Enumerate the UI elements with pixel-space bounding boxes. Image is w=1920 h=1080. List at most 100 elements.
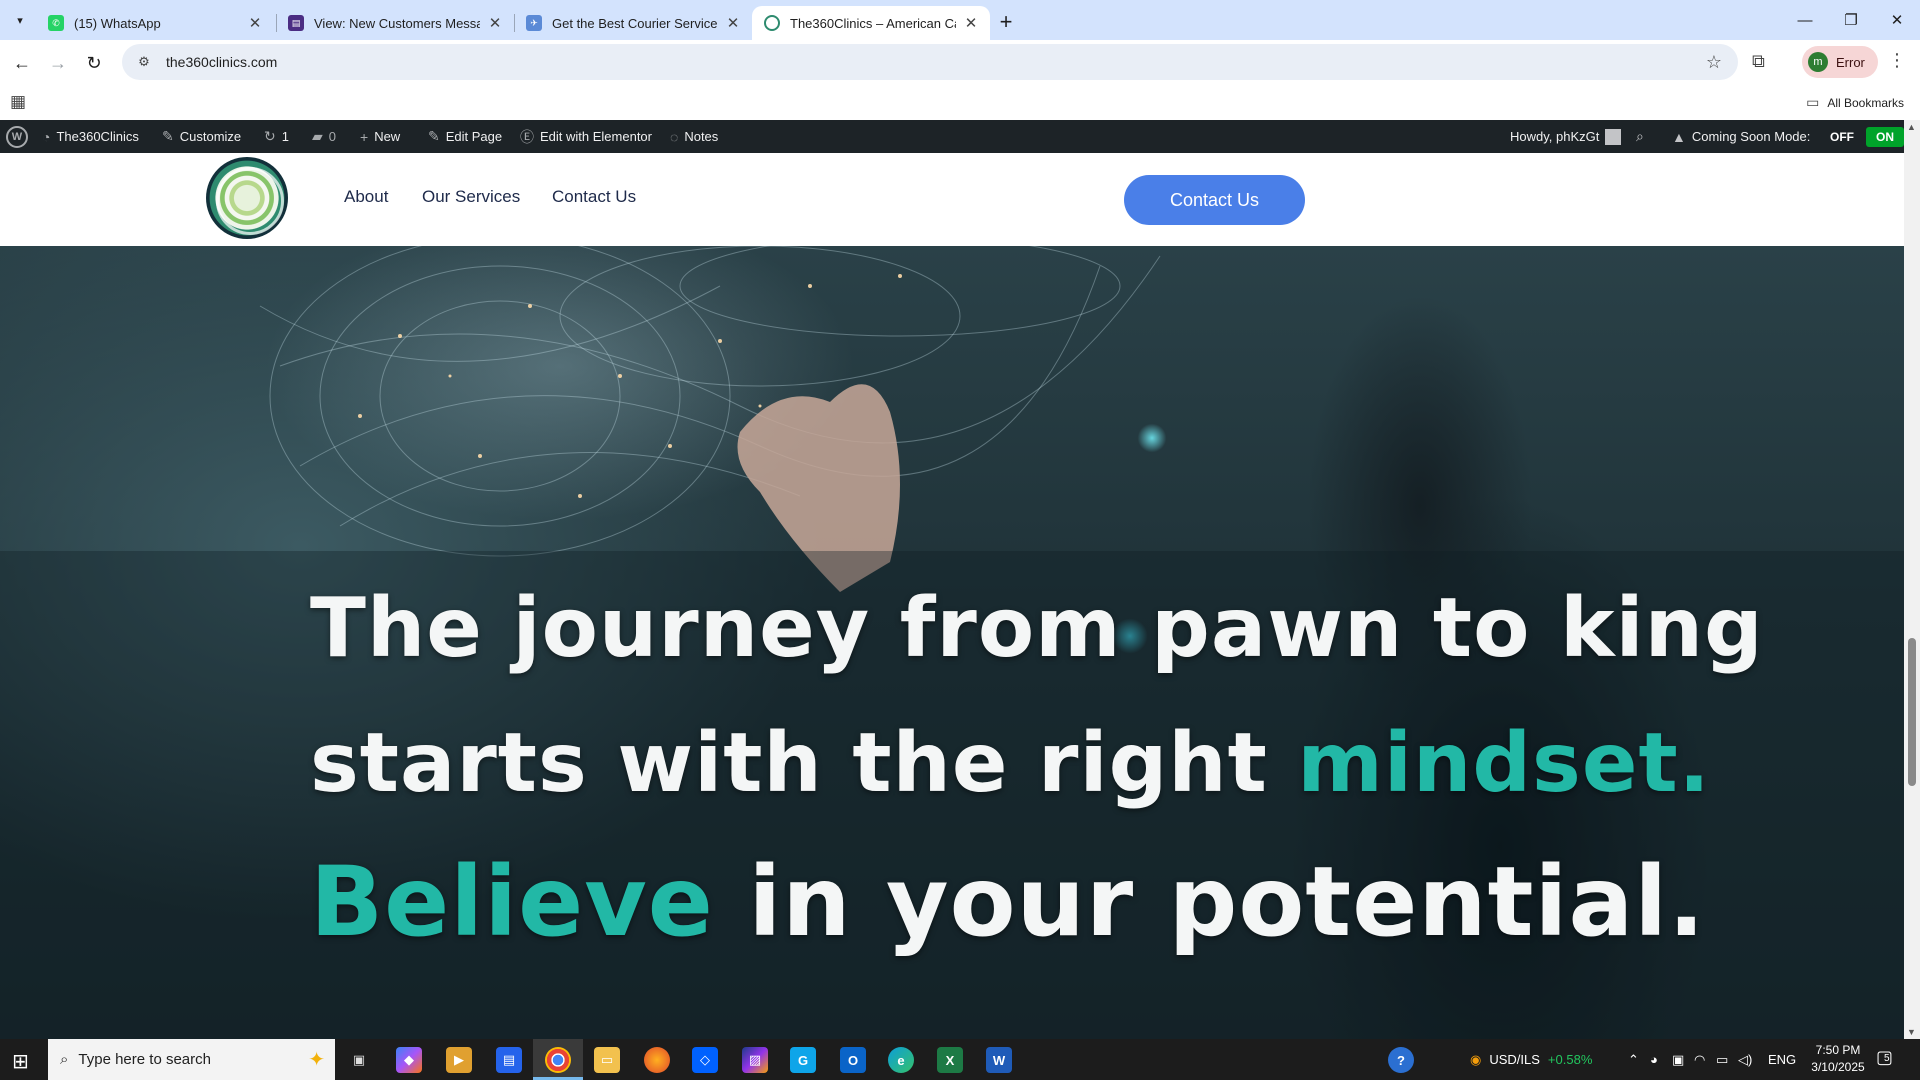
notification-count: 5 [1884, 1053, 1890, 1064]
windows-start-icon[interactable]: ⊞ [12, 1049, 29, 1074]
windows-taskbar: ⊞ ⌕ Type here to search ✦ ▣ ◆ ▶ ▤ ▭ ◇ ▨ … [0, 1039, 1920, 1080]
wp-search-icon[interactable]: ⌕ [1636, 120, 1650, 153]
bookmark-star-icon[interactable]: ☆ [1706, 52, 1722, 73]
site-logo[interactable] [206, 157, 288, 239]
extensions-puzzle-icon[interactable]: ⧉ [1752, 51, 1765, 72]
chrome-icon[interactable] [545, 1047, 571, 1073]
scroll-down-arrow-icon[interactable]: ▼ [1907, 1027, 1916, 1037]
system-clock[interactable]: 7:50 PM 3/10/2025 [1806, 1042, 1870, 1076]
elementor-label: Edit with Elementor [540, 129, 652, 144]
wp-new[interactable]: + New [360, 120, 400, 153]
nav-our-services[interactable]: Our Services [422, 187, 520, 207]
contact-us-button[interactable]: Contact Us [1124, 175, 1305, 225]
apps-grid-icon[interactable]: ▦ [10, 92, 26, 112]
store-icon[interactable]: ▤ [496, 1047, 522, 1073]
hero-headline-line-3: Believe in your potential. [310, 846, 1706, 958]
chrome-tray-icon[interactable]: ◕ [1650, 1039, 1658, 1080]
wp-admin-bar: W ◔ The360Clinics ✎ Customize ↻ 1 ▰ 0 + … [0, 120, 1904, 153]
close-window-icon[interactable]: ✕ [1874, 0, 1920, 40]
hero-text: in your potential. [713, 846, 1706, 958]
wordpress-logo-button[interactable]: W [6, 120, 28, 153]
wp-my-account[interactable]: Howdy, phKzGt [1510, 120, 1622, 153]
excel-icon[interactable]: X [937, 1047, 963, 1073]
nav-contact-us[interactable]: Contact Us [552, 187, 636, 207]
edge-icon[interactable]: e [888, 1047, 914, 1073]
new-tab-plus-icon[interactable]: + [992, 8, 1020, 36]
wp-customize[interactable]: ✎ Customize [162, 120, 241, 153]
tab-title: (15) WhatsApp [74, 15, 161, 31]
currency-widget[interactable]: ◉ USD/ILS +0.58% [1470, 1039, 1592, 1080]
edit-page-label: Edit Page [445, 129, 503, 144]
magnifier-icon: ⌕ [1636, 128, 1644, 144]
wp-edit-with-elementor[interactable]: Ⓔ Edit with Elementor [520, 120, 652, 153]
volume-icon[interactable]: ◁) [1738, 1039, 1752, 1080]
grammarly-icon[interactable]: G [790, 1047, 816, 1073]
address-bar[interactable]: ⚙ the360clinics.com ☆ [122, 44, 1738, 80]
meet-tray-icon[interactable]: ▣ [1672, 1039, 1684, 1080]
all-bookmarks-button[interactable]: ▭ All Bookmarks [1806, 94, 1904, 111]
toggle-off-label: OFF [1830, 129, 1854, 144]
wp-comments[interactable]: ▰ 0 [312, 120, 336, 153]
tab-the360clinics[interactable]: The360Clinics – American Cana ✕ [752, 6, 990, 40]
copilot-icon[interactable]: ◆ [396, 1047, 422, 1073]
sparkle-icon: ✦ [308, 1049, 325, 1071]
tab-whatsapp[interactable]: ✆ (15) WhatsApp ✕ [36, 6, 274, 40]
wp-coming-soon[interactable]: ▲ Coming Soon Mode: [1672, 120, 1810, 153]
show-hidden-icons[interactable]: ⌃ [1628, 1039, 1639, 1080]
site-name-label: The360Clinics [56, 129, 139, 144]
toggle-on-label: ON [1866, 126, 1904, 147]
word-icon[interactable]: W [986, 1047, 1012, 1073]
browser-menu-icon[interactable]: ⋮ [1888, 50, 1906, 71]
tab-customers-message[interactable]: ▤ View: New Customers Message ✕ [276, 6, 514, 40]
tab-close-icon[interactable]: ✕ [246, 14, 264, 32]
tab-close-icon[interactable]: ✕ [724, 14, 742, 32]
reload-icon[interactable]: ↻ [80, 49, 108, 77]
wp-notes[interactable]: ◌ Notes [670, 120, 718, 153]
battery-icon[interactable]: ▭ [1716, 1039, 1728, 1080]
scrollbar-thumb[interactable] [1908, 638, 1916, 786]
wp-site-name[interactable]: ◔ The360Clinics [42, 120, 139, 153]
media-player-icon[interactable]: ▶ [446, 1047, 472, 1073]
updates-count: 1 [281, 129, 289, 144]
coming-soon-toggle[interactable]: OFF ON [1824, 120, 1904, 153]
help-icon[interactable]: ? [1388, 1047, 1414, 1073]
minimize-icon[interactable]: — [1782, 0, 1828, 40]
outlook-icon[interactable]: O [840, 1047, 866, 1073]
app-icon: ▤ [288, 15, 304, 31]
scroll-up-arrow-icon[interactable]: ▲ [1907, 122, 1916, 132]
tab-close-icon[interactable]: ✕ [486, 14, 504, 32]
all-bookmarks-label: All Bookmarks [1827, 95, 1904, 110]
notes-label: Notes [684, 129, 719, 144]
browser-toolbar: ← → ↻ ⚙ the360clinics.com ☆ ⧉ m Error ⋮ [0, 40, 1920, 86]
tab-close-icon[interactable]: ✕ [962, 14, 980, 32]
file-explorer-icon[interactable]: ▭ [594, 1047, 620, 1073]
forward-arrow-icon[interactable]: → [44, 49, 72, 77]
user-avatar [1605, 128, 1622, 145]
hero-section: The journey from pawn to king starts wit… [0, 246, 1904, 1039]
browser-tab-strip: ▾ ✆ (15) WhatsApp ✕ ▤ View: New Customer… [0, 0, 1920, 40]
folder-icon: ▭ [1806, 94, 1820, 110]
notification-center-icon[interactable]: ▢ 5 [1876, 1047, 1893, 1068]
tab-courier-service[interactable]: ✈ Get the Best Courier Service in ✕ [514, 6, 752, 40]
taskbar-search[interactable]: ⌕ Type here to search ✦ [48, 1039, 335, 1080]
hero-accent-text: Believe [310, 846, 714, 958]
task-view-icon[interactable]: ▣ [346, 1047, 372, 1073]
back-arrow-icon[interactable]: ← [8, 49, 36, 77]
photos-icon[interactable]: ▨ [742, 1047, 768, 1073]
profile-avatar: m [1808, 52, 1828, 72]
tab-title: The360Clinics – American Cana [790, 15, 956, 31]
tab-search-icon[interactable]: ▾ [8, 8, 32, 32]
profile-button[interactable]: m Error [1802, 46, 1878, 78]
hero-text: starts with the right [310, 716, 1298, 811]
nav-about[interactable]: About [344, 187, 388, 207]
dropbox-icon[interactable]: ◇ [692, 1047, 718, 1073]
wp-edit-page[interactable]: ✎ Edit Page [428, 120, 502, 153]
wifi-icon[interactable]: ◠ [1694, 1039, 1705, 1080]
wp-updates[interactable]: ↻ 1 [264, 120, 289, 153]
firefox-icon[interactable] [644, 1047, 670, 1073]
site-info-icon[interactable]: ⚙ [132, 54, 156, 70]
page-scrollbar[interactable]: ▲ ▼ [1904, 120, 1920, 1039]
url-text[interactable]: the360clinics.com [166, 54, 277, 70]
language-indicator[interactable]: ENG [1768, 1039, 1796, 1080]
restore-icon[interactable]: ❐ [1828, 0, 1874, 40]
